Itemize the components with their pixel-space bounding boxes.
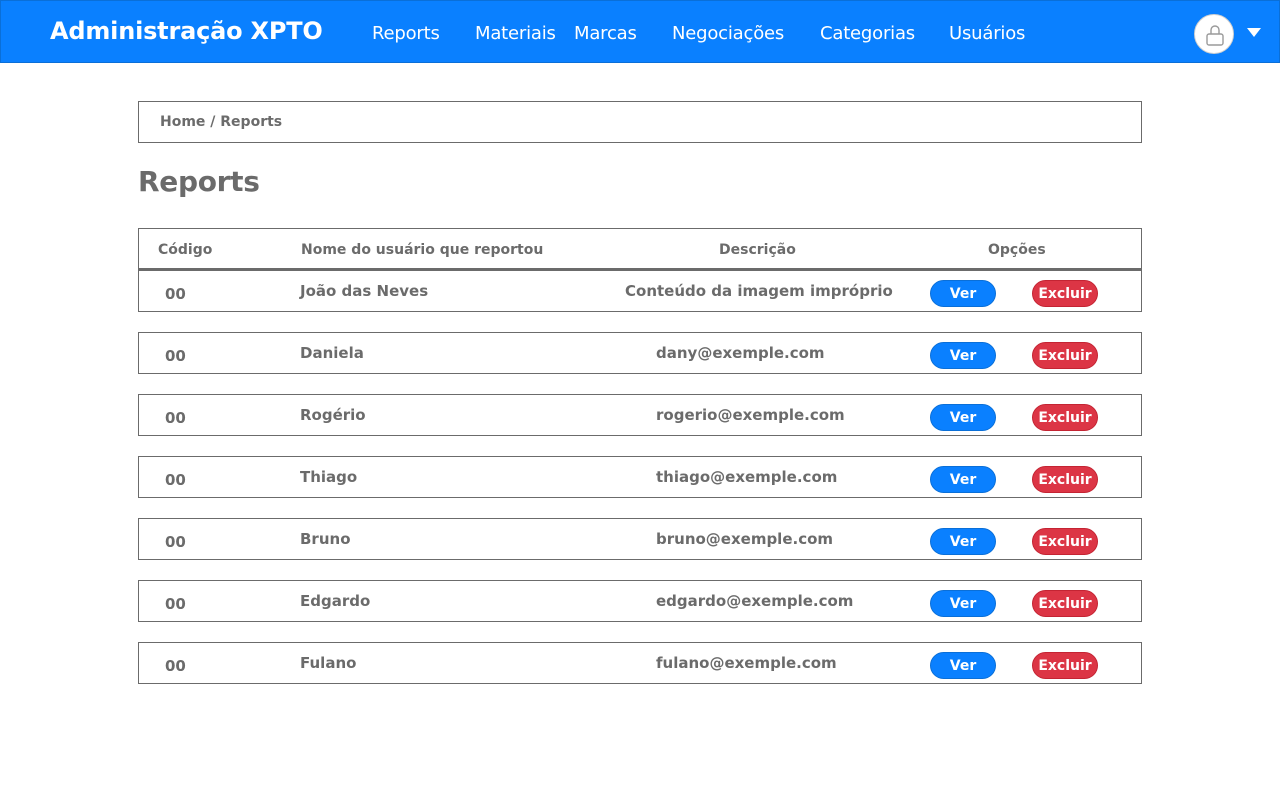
row-description: rogerio@exemple.com [656,406,845,424]
table-row: 00 Fulano fulano@exemple.com Ver Excluir [138,642,1142,684]
table-row: 00 Edgardo edgardo@exemple.com Ver Exclu… [138,580,1142,622]
header-opcoes: Opções [988,242,1046,258]
nav-item-reports[interactable]: Reports [372,23,440,44]
row-name: João das Neves [300,282,429,300]
nav-item-usuarios[interactable]: Usuários [949,23,1025,44]
table-row: 00 Thiago thiago@exemple.com Ver Excluir [138,456,1142,498]
delete-button[interactable]: Excluir [1032,280,1098,307]
row-description: edgardo@exemple.com [656,592,854,610]
nav-item-negociacoes[interactable]: Negociações [672,23,784,44]
table-row: 00 Rogério rogerio@exemple.com Ver Exclu… [138,394,1142,436]
page-title: Reports [138,165,260,198]
table-row: 00 Daniela dany@exemple.com Ver Excluir [138,332,1142,374]
brand-title[interactable]: Administração XPTO [50,17,323,45]
view-button[interactable]: Ver [930,528,996,555]
caret-down-icon[interactable] [1247,28,1261,38]
view-button[interactable]: Ver [930,652,996,679]
row-description: bruno@exemple.com [656,530,834,548]
delete-button[interactable]: Excluir [1032,466,1098,493]
header-nome: Nome do usuário que reportou [301,242,544,258]
breadcrumb: Home / Reports [138,101,1142,143]
user-avatar[interactable] [1194,14,1234,54]
delete-button[interactable]: Excluir [1032,652,1098,679]
nav-item-materiais[interactable]: Materiais [475,23,556,44]
row-code: 00 [165,409,186,427]
nav-item-marcas[interactable]: Marcas [574,23,637,44]
table-row: 00 Bruno bruno@exemple.com Ver Excluir [138,518,1142,560]
view-button[interactable]: Ver [930,466,996,493]
row-description: dany@exemple.com [656,344,825,362]
row-name: Daniela [300,344,364,362]
row-code: 00 [165,347,186,365]
row-code: 00 [165,595,186,613]
view-button[interactable]: Ver [930,590,996,617]
view-button[interactable]: Ver [930,342,996,369]
row-name: Bruno [300,530,351,548]
view-button[interactable]: Ver [930,404,996,431]
user-lock-icon [1206,25,1224,46]
header-descricao: Descrição [719,242,796,258]
table-row: 00 João das Neves Conteúdo da imagem imp… [138,270,1142,312]
row-description: fulano@exemple.com [656,654,837,672]
delete-button[interactable]: Excluir [1032,528,1098,555]
row-name: Rogério [300,406,366,424]
row-code: 00 [165,657,186,675]
nav-item-categorias[interactable]: Categorias [820,23,915,44]
row-description: Conteúdo da imagem impróprio [625,282,893,300]
top-navbar: Administração XPTO Reports Materiais Mar… [0,0,1280,63]
delete-button[interactable]: Excluir [1032,590,1098,617]
row-code: 00 [165,471,186,489]
row-code: 00 [165,285,186,303]
row-code: 00 [165,533,186,551]
delete-button[interactable]: Excluir [1032,342,1098,369]
table-header: Código Nome do usuário que reportou Desc… [138,228,1142,270]
header-codigo: Código [158,242,213,258]
row-name: Edgardo [300,592,371,610]
row-description: thiago@exemple.com [656,468,838,486]
row-name: Thiago [300,468,358,486]
row-name: Fulano [300,654,357,672]
breadcrumb-text[interactable]: Home / Reports [160,114,282,130]
delete-button[interactable]: Excluir [1032,404,1098,431]
view-button[interactable]: Ver [930,280,996,307]
